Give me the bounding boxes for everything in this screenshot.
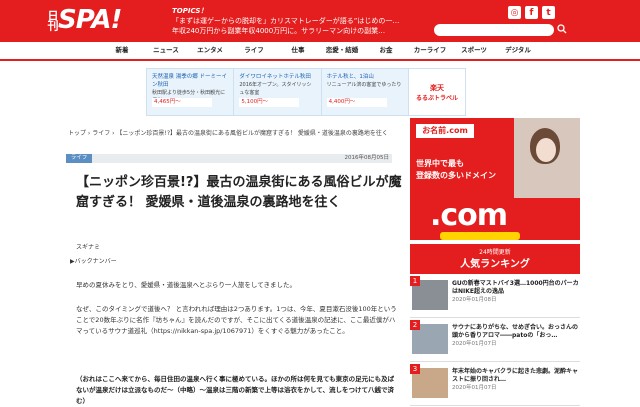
nav-item-entertainment[interactable]: エンタメ: [191, 42, 229, 59]
category-badge[interactable]: ライフ: [66, 154, 92, 163]
search-icon[interactable]: [556, 24, 568, 36]
nav-item-digital[interactable]: デジタル: [499, 42, 537, 59]
facebook-icon[interactable]: f: [525, 6, 538, 19]
breadcrumb[interactable]: トップ › ライフ › 【ニッポン珍百景!?】最古の温泉街にある風俗ビルが魔窟す…: [68, 128, 388, 137]
ranking-date: 2020年01月08日: [452, 297, 497, 303]
ad-title: ダイワロイネットホテル秋田: [239, 74, 311, 80]
main-nav: 新着 ニュース エンタメ ライフ 仕事 恋愛・結婚 お金 カーライフ スポーツ …: [0, 42, 640, 61]
ad-desc: リニューアル済の客室でゆったり: [326, 82, 402, 88]
nav-item-work[interactable]: 仕事: [279, 42, 317, 59]
instagram-icon[interactable]: ◎: [508, 6, 521, 19]
ad-item[interactable]: ダイワロイネットホテル秋田 2016年オープン。スタイリッシュな客室 5,100…: [234, 69, 322, 115]
travel-logo: 楽天 るるぶトラベル: [408, 69, 465, 115]
ad-price: 4,400円～: [326, 98, 387, 107]
ad-brand-logo: お名前.com: [416, 124, 474, 138]
ad-title: 天然温泉 湯季の郷 ドーミーイン秋田: [152, 74, 227, 88]
ad-model-face: [536, 138, 556, 162]
nav-item-carlife[interactable]: カーライフ: [411, 42, 449, 59]
ad-price: 5,100円～: [239, 98, 300, 107]
article-author[interactable]: スギナミ: [76, 242, 100, 251]
ranking-header: 24時間更新 人気ランキング: [410, 244, 580, 274]
ranking-date: 2020年01月07日: [452, 341, 497, 347]
ranking-text: サウナにありがちな、せめぎ合い。おっさんの頭から香りアロマ――patoの「おっ……: [452, 320, 580, 361]
ad-line-2: 登録数の多いドメイン: [416, 171, 496, 180]
article-paragraph: 早めの夏休みをとり、愛媛県・道後温泉へとぶらり一人旅をしてきました。: [76, 281, 297, 289]
site-logo[interactable]: 日刊 SPA!: [46, 4, 122, 36]
twitter-icon[interactable]: t: [542, 6, 555, 19]
ad-model-image: [514, 118, 580, 198]
ranking-sub: 24時間更新: [479, 249, 511, 256]
nav-item-life[interactable]: ライフ: [235, 42, 273, 59]
nav-item-news[interactable]: ニュース: [147, 42, 185, 59]
rank-number: 2: [410, 320, 420, 330]
ranking-date: 2020年01月07日: [452, 385, 497, 391]
topic-link[interactable]: 「まずは運ゲーからの脱却を」カリスマトレーダーが語る”はじめの一…: [172, 16, 399, 26]
article-date: 2016年08月05日: [344, 155, 390, 161]
topics-label: TOPICS！: [172, 7, 208, 15]
ranking-headline[interactable]: GUの新春マストバイ3選…1000円台のパーカはNIKE超えの逸品: [452, 280, 580, 296]
site-header: 日刊 SPA! TOPICS！ 「まずは運ゲーからの脱却を」カリスマトレーダーが…: [0, 0, 640, 42]
ranking-headline[interactable]: 年末年始のキャバクラに起きた悲劇。泥酔キャストに振り回され…: [452, 368, 580, 384]
logo-main-text: SPA!: [58, 5, 122, 35]
ranking-headline[interactable]: サウナにありがちな、せめぎ合い。おっさんの頭から香りアロマ――patoの「おっ…: [452, 324, 580, 340]
ranking-item[interactable]: 1 GUの新春マストバイ3選…1000円台のパーカはNIKE超えの逸品 2020…: [410, 276, 580, 318]
nav-item-love[interactable]: 恋愛・結婚: [323, 42, 361, 59]
topic-link[interactable]: 年収240万円から副業年収4000万円に。サラリーマン向けの副業…: [172, 26, 399, 36]
ad-item[interactable]: 天然温泉 湯季の郷 ドーミーイン秋田 秋田駅より徒歩5分・秋田観光に便利 4,4…: [147, 69, 235, 115]
ad-desc: 2016年オープン。スタイリッシュな客室: [239, 82, 312, 96]
ranking-text: 年末年始のキャバクラに起きた悲劇。泥酔キャストに振り回され… 2020年01月0…: [452, 364, 580, 405]
nav-item-sports[interactable]: スポーツ: [455, 42, 493, 59]
nav-item-new[interactable]: 新着: [103, 42, 141, 59]
ranking-title: 人気ランキング: [460, 259, 530, 270]
topics-box: TOPICS！ 「まずは運ゲーからの脱却を」カリスマトレーダーが語る”はじめの一…: [172, 6, 399, 36]
article-meta-bar: ライフ 2016年08月05日: [66, 154, 392, 163]
ad-brand: 楽天: [429, 83, 444, 92]
ranking-text: GUの新春マストバイ3選…1000円台のパーカはNIKE超えの逸品 2020年0…: [452, 276, 580, 317]
article-paragraph: なぜ、このタイミングで道後へ？ と言われれば理由は2つあります。1つは、今年、夏…: [76, 305, 397, 335]
ad-tagline: 世界中で最も 登録数の多いドメイン: [416, 158, 496, 182]
ad-item[interactable]: ホテル秋と、1泊山 リニューアル済の客室でゆったり 4,400円～: [322, 69, 409, 115]
nav-item-money[interactable]: お金: [367, 42, 405, 59]
ad-line-1: 世界中で最も: [416, 159, 464, 168]
backnumber-link[interactable]: ▶バックナンバー: [70, 256, 117, 265]
hotel-ad-banner[interactable]: 天然温泉 湯季の郷 ドーミーイン秋田 秋田駅より徒歩5分・秋田観光に便利 4,4…: [146, 68, 466, 116]
ad-title: ホテル秋と、1泊山: [326, 74, 374, 80]
domain-ad-banner[interactable]: お名前.com 世界中で最も 登録数の多いドメイン .com: [410, 118, 580, 240]
ad-dotcom: .com: [430, 198, 508, 233]
article-title: 【ニッポン珍百景!?】最古の温泉街にある風俗ビルが魔窟すぎる！ 愛媛県・道後温泉…: [76, 175, 402, 210]
rank-number: 3: [410, 364, 420, 374]
logo-small-text: 日刊: [46, 10, 59, 30]
ad-brand-sub: るるぶトラベル: [415, 94, 458, 102]
social-links: ◎ f t: [508, 6, 555, 19]
ad-price: 4,465円～: [152, 98, 212, 107]
search-input[interactable]: [434, 24, 554, 36]
ranking-item[interactable]: 2 サウナにありがちな、せめぎ合い。おっさんの頭から香りアロマ――patoの「お…: [410, 320, 580, 362]
ad-cta-button[interactable]: [440, 232, 520, 240]
rank-number: 1: [410, 276, 420, 286]
article-quote: （おれはここへ来てから、毎日住田の温泉へ行く事に極めている。ほかの所は何を見ても…: [76, 375, 395, 405]
